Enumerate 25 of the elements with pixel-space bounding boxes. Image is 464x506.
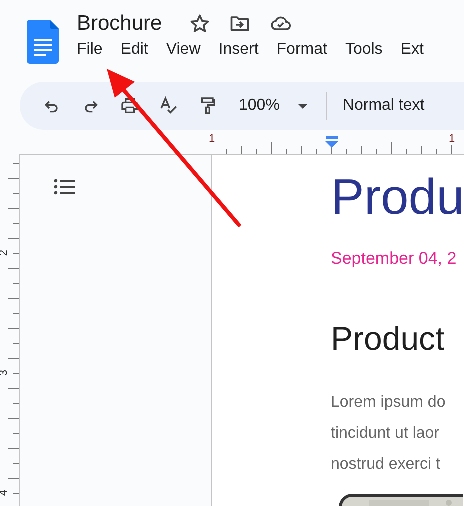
print-icon[interactable] [120, 96, 140, 116]
zoom-dropdown[interactable]: 100% [239, 97, 280, 115]
body-text: nostrud exerci t [331, 455, 442, 475]
menu-item[interactable]: Ext [400, 41, 424, 59]
indent-marker-icon[interactable] [325, 136, 339, 148]
outline-icon[interactable] [53, 177, 77, 197]
docs-logo-icon[interactable] [27, 20, 59, 64]
menu-item[interactable]: Edit [120, 41, 148, 59]
style-dropdown[interactable]: Normal text [342, 97, 425, 115]
menu-item[interactable]: Format [276, 41, 328, 59]
ruler-number: 1 [448, 133, 456, 145]
menu-item[interactable]: Insert [218, 41, 259, 59]
document-heading: Produ [331, 168, 464, 227]
body-text: tincidunt ut laor [331, 424, 441, 444]
menu-item[interactable]: View [166, 41, 201, 59]
document-title[interactable]: Brochure [77, 12, 162, 36]
body-text: Lorem ipsum do [331, 393, 447, 413]
menu-item[interactable]: File [77, 41, 103, 59]
ruler-number: 1 [208, 133, 216, 145]
spellcheck-icon[interactable] [159, 96, 179, 116]
menu-item[interactable]: Tools [345, 41, 383, 59]
section-heading: Product [331, 319, 446, 359]
star-icon[interactable] [189, 13, 212, 35]
date-text: September 04, 2 [331, 249, 458, 269]
caret-icon[interactable] [298, 104, 308, 108]
